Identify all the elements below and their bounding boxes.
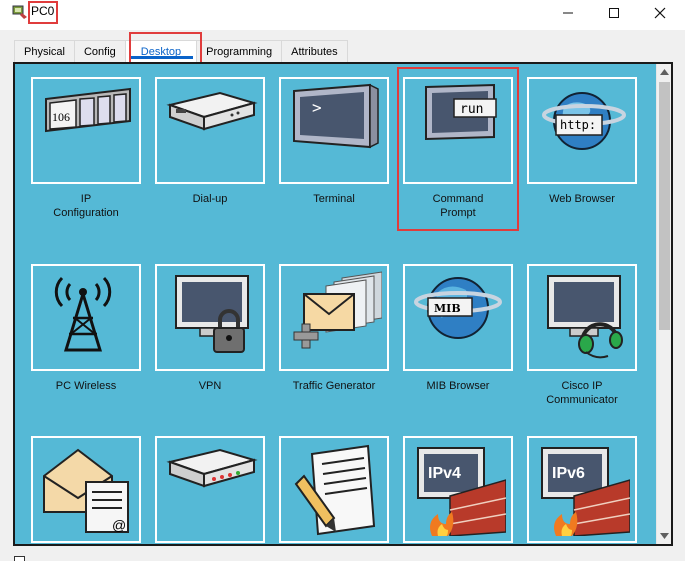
app-dial-up[interactable]: Dial-up xyxy=(155,77,265,206)
top-checkbox[interactable] xyxy=(14,556,25,561)
tab-physical[interactable]: Physical xyxy=(14,40,75,62)
terminal-icon: > xyxy=(293,83,379,149)
tab-config[interactable]: Config xyxy=(73,40,126,62)
app-label: Web Browser xyxy=(549,193,615,205)
desktop-panel: 106 IP Configuration Dial-up > Terminal … xyxy=(13,62,673,546)
app-label: Traffic Generator xyxy=(292,380,376,392)
mib-browser-icon: MIB xyxy=(414,277,502,339)
svg-text:run: run xyxy=(460,102,483,117)
pppoe-dialer-icon xyxy=(166,448,258,488)
svg-text:@: @ xyxy=(112,517,126,533)
wireless-tower-icon xyxy=(54,276,112,352)
app-terminal[interactable]: > Terminal xyxy=(279,77,389,206)
vertical-scrollbar[interactable] xyxy=(656,64,671,544)
scroll-up-arrow-icon[interactable] xyxy=(657,64,671,80)
web-browser-icon: http: xyxy=(542,92,626,150)
app-text-editor[interactable] xyxy=(279,436,389,543)
app-label: Command Prompt xyxy=(432,193,484,219)
scroll-down-arrow-icon[interactable] xyxy=(657,528,671,544)
minimize-button[interactable] xyxy=(545,0,591,26)
svg-text:http:: http: xyxy=(560,118,596,132)
close-icon xyxy=(654,7,666,19)
app-label: VPN xyxy=(198,380,222,392)
app-pppoe-dialer[interactable] xyxy=(155,436,265,543)
packet-tracer-pc-icon xyxy=(12,5,27,19)
pc0-window: PC0 Physical Config Desktop Programming … xyxy=(0,0,685,561)
app-label: Terminal xyxy=(313,193,355,205)
command-prompt-icon: run xyxy=(425,83,497,141)
svg-text:MIB: MIB xyxy=(434,302,461,315)
ipv6-firewall-icon: IPv6 xyxy=(541,447,630,536)
ipv4-firewall-icon: IPv4 xyxy=(417,447,506,536)
title-bar: PC0 xyxy=(0,0,685,30)
tab-desktop[interactable]: Desktop xyxy=(124,40,198,62)
app-email[interactable]: @ xyxy=(31,436,141,543)
dial-up-modem-icon xyxy=(166,91,258,131)
text-editor-icon xyxy=(294,444,376,536)
vpn-lock-icon xyxy=(175,275,249,353)
svg-text:>: > xyxy=(312,98,322,117)
app-label: IP Configuration xyxy=(53,193,119,219)
tab-programming[interactable]: Programming xyxy=(196,40,283,62)
window-title: PC0 xyxy=(31,4,55,18)
app-cisco-ip-communicator[interactable]: Cisco IP Communicator xyxy=(527,264,637,407)
minimize-icon xyxy=(563,12,573,14)
ip-configuration-icon: 106 xyxy=(45,87,131,133)
maximize-icon xyxy=(609,8,619,18)
close-button[interactable] xyxy=(637,0,683,26)
app-label: PC Wireless xyxy=(55,380,117,392)
app-pc-wireless[interactable]: PC Wireless xyxy=(31,264,141,393)
scroll-thumb[interactable] xyxy=(659,82,670,330)
svg-text:106: 106 xyxy=(52,110,70,124)
app-traffic-generator[interactable]: Traffic Generator xyxy=(279,264,389,393)
traffic-generator-icon xyxy=(293,271,382,349)
email-icon: @ xyxy=(43,448,129,533)
tab-attributes[interactable]: Attributes xyxy=(281,40,348,62)
app-mib-browser[interactable]: MIB MIB Browser xyxy=(403,264,513,393)
app-command-prompt[interactable]: run Command Prompt xyxy=(403,77,513,220)
tab-bar: Physical Config Desktop Programming Attr… xyxy=(14,40,348,62)
app-ipv6-firewall[interactable]: IPv6 xyxy=(527,436,637,543)
app-web-browser[interactable]: http: Web Browser xyxy=(527,77,637,206)
maximize-button[interactable] xyxy=(591,0,637,26)
ip-communicator-headset-icon xyxy=(547,275,623,359)
svg-text:IPv4: IPv4 xyxy=(428,465,461,482)
app-label: Cisco IP Communicator xyxy=(546,380,618,406)
app-ip-configuration[interactable]: 106 IP Configuration xyxy=(31,77,141,220)
app-ipv4-firewall[interactable]: IPv4 xyxy=(403,436,513,543)
svg-text:IPv6: IPv6 xyxy=(552,465,585,482)
app-label: Dial-up xyxy=(192,193,228,205)
app-vpn[interactable]: VPN xyxy=(155,264,265,393)
app-label: MIB Browser xyxy=(426,380,490,392)
